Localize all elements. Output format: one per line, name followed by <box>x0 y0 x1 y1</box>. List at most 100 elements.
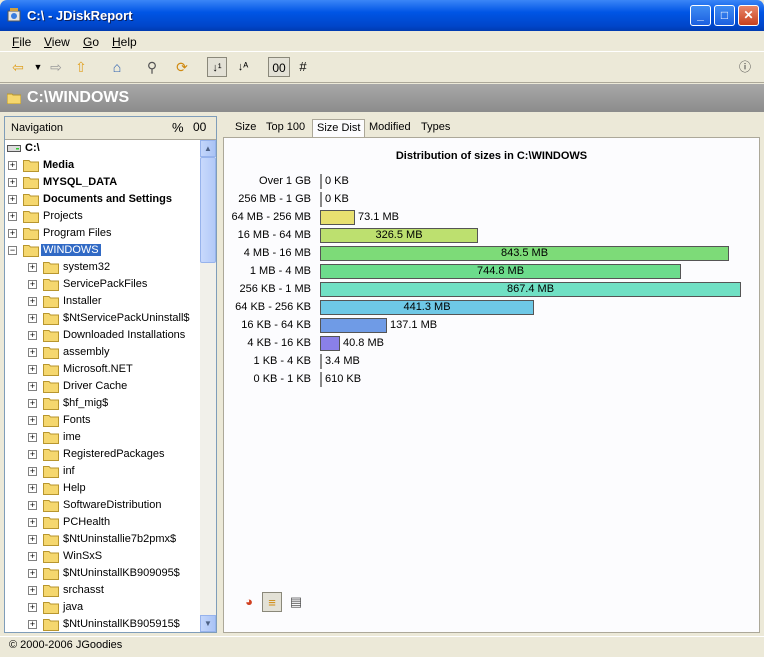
tree-item[interactable]: + PCHealth <box>5 514 200 531</box>
expand-icon[interactable]: + <box>28 620 37 629</box>
tree-scrollbar[interactable]: ▲ ▼ <box>200 140 216 632</box>
expand-icon[interactable]: + <box>8 195 17 204</box>
expand-icon[interactable]: + <box>28 297 37 306</box>
expand-icon[interactable]: + <box>28 382 37 391</box>
tree-item[interactable]: + Help <box>5 480 200 497</box>
tree-item[interactable]: + Fonts <box>5 412 200 429</box>
tree-item[interactable]: + SoftwareDistribution <box>5 497 200 514</box>
scroll-down-icon[interactable]: ▼ <box>200 615 216 632</box>
tree-item[interactable]: + java <box>5 599 200 616</box>
tab-types[interactable]: Types <box>421 121 450 133</box>
expand-icon[interactable]: + <box>28 280 37 289</box>
up-folder-icon[interactable]: ⇧ <box>71 57 91 77</box>
tree-item[interactable]: + $NtUninstallie7b2pmx$ <box>5 531 200 548</box>
tree-item[interactable]: + assembly <box>5 344 200 361</box>
category-label: 1 KB - 4 KB <box>253 355 311 367</box>
close-button[interactable]: ✕ <box>738 5 759 26</box>
expand-icon[interactable]: + <box>8 212 17 221</box>
back-dropdown-icon[interactable]: ▼ <box>28 57 48 77</box>
expand-icon[interactable]: + <box>28 450 37 459</box>
size-units-button[interactable]: 00 <box>268 57 290 77</box>
bar[interactable] <box>320 318 387 333</box>
search-icon[interactable]: ⚲ <box>142 57 162 77</box>
home-icon[interactable]: ⌂ <box>107 57 127 77</box>
help-icon[interactable]: ⓘ <box>735 57 755 77</box>
tree-item[interactable]: + Projects <box>5 208 200 225</box>
expand-icon[interactable]: + <box>28 552 37 561</box>
tree-item[interactable]: + $NtUninstallKB905915$ <box>5 616 200 632</box>
expand-icon[interactable]: + <box>8 161 17 170</box>
tree-item[interactable]: + MYSQL_DATA <box>5 174 200 191</box>
expand-icon[interactable]: + <box>28 484 37 493</box>
tree-item[interactable]: + $NtServicePackUninstall$ <box>5 310 200 327</box>
bar[interactable] <box>320 336 340 351</box>
tree-item[interactable]: + ServicePackFiles <box>5 276 200 293</box>
expand-icon[interactable]: + <box>28 518 37 527</box>
tree-item[interactable]: + Program Files <box>5 225 200 242</box>
minimize-button[interactable]: _ <box>690 5 711 26</box>
bar[interactable] <box>320 354 322 369</box>
menu-view[interactable]: View <box>44 35 70 49</box>
refresh-icon[interactable]: ⟳ <box>172 57 192 77</box>
back-icon[interactable]: ⇦ <box>8 57 28 77</box>
scroll-thumb[interactable] <box>200 157 216 263</box>
pie-chart-icon[interactable]: ◕ <box>239 592 259 612</box>
bar[interactable] <box>320 174 322 189</box>
expand-icon[interactable]: + <box>8 229 17 238</box>
file-count-button[interactable]: # <box>293 57 313 77</box>
tree-root[interactable]: C:\ <box>5 140 200 157</box>
tree-item[interactable]: − WINDOWS <box>5 242 200 259</box>
expand-icon[interactable]: + <box>28 348 37 357</box>
tree-item[interactable]: + RegisteredPackages <box>5 446 200 463</box>
menu-help[interactable]: Help <box>112 35 137 49</box>
tree-item[interactable]: + Driver Cache <box>5 378 200 395</box>
collapse-icon[interactable]: − <box>8 246 17 255</box>
tree-item-label: MYSQL_DATA <box>43 176 118 188</box>
menu-go[interactable]: Go <box>83 35 99 49</box>
tree-item[interactable]: + srchasst <box>5 582 200 599</box>
expand-icon[interactable]: + <box>28 603 37 612</box>
tab-top-100[interactable]: Top 100 <box>266 121 305 133</box>
expand-icon[interactable]: + <box>28 399 37 408</box>
bar[interactable] <box>320 210 355 225</box>
menu-file[interactable]: File <box>12 35 31 49</box>
bar[interactable] <box>320 192 322 207</box>
tab-size-dist[interactable]: Size Dist <box>312 119 366 138</box>
expand-icon[interactable]: + <box>28 535 37 544</box>
sort-by-name-icon[interactable]: ↓ᴬ <box>233 57 253 77</box>
percent-toggle[interactable]: % <box>172 120 184 135</box>
tree-item[interactable]: + Documents and Settings <box>5 191 200 208</box>
tab-size[interactable]: Size <box>235 121 256 133</box>
expand-icon[interactable]: + <box>8 178 17 187</box>
size-toggle[interactable]: 00 <box>193 120 206 134</box>
tree-item[interactable]: + WinSxS <box>5 548 200 565</box>
tab-modified[interactable]: Modified <box>369 121 411 133</box>
expand-icon[interactable]: + <box>28 586 37 595</box>
expand-icon[interactable]: + <box>28 416 37 425</box>
expand-icon[interactable]: + <box>28 433 37 442</box>
expand-icon[interactable]: + <box>28 501 37 510</box>
tree-item[interactable]: + $hf_mig$ <box>5 395 200 412</box>
tree-item[interactable]: + $NtUninstallKB909095$ <box>5 565 200 582</box>
expand-icon[interactable]: + <box>28 569 37 578</box>
sort-by-size-icon[interactable]: ↓¹ <box>207 57 227 77</box>
tree-item[interactable]: + Microsoft.NET <box>5 361 200 378</box>
tree-item[interactable]: + ime <box>5 429 200 446</box>
expand-icon[interactable]: + <box>28 365 37 374</box>
expand-icon[interactable]: + <box>28 331 37 340</box>
maximize-button[interactable]: □ <box>714 5 735 26</box>
bar[interactable] <box>320 372 322 387</box>
expand-icon[interactable]: + <box>28 467 37 476</box>
forward-icon[interactable]: ⇨ <box>46 57 66 77</box>
tree-item[interactable]: + inf <box>5 463 200 480</box>
tree-item[interactable]: + system32 <box>5 259 200 276</box>
expand-icon[interactable]: + <box>28 314 37 323</box>
tree-item[interactable]: + Downloaded Installations <box>5 327 200 344</box>
folder-icon <box>23 177 39 189</box>
tree-item[interactable]: + Installer <box>5 293 200 310</box>
tree-item[interactable]: + Media <box>5 157 200 174</box>
expand-icon[interactable]: + <box>28 263 37 272</box>
table-view-icon[interactable]: ▤ <box>286 592 306 612</box>
scroll-up-icon[interactable]: ▲ <box>200 140 216 157</box>
bar-chart-icon[interactable]: ≡ <box>262 592 282 612</box>
